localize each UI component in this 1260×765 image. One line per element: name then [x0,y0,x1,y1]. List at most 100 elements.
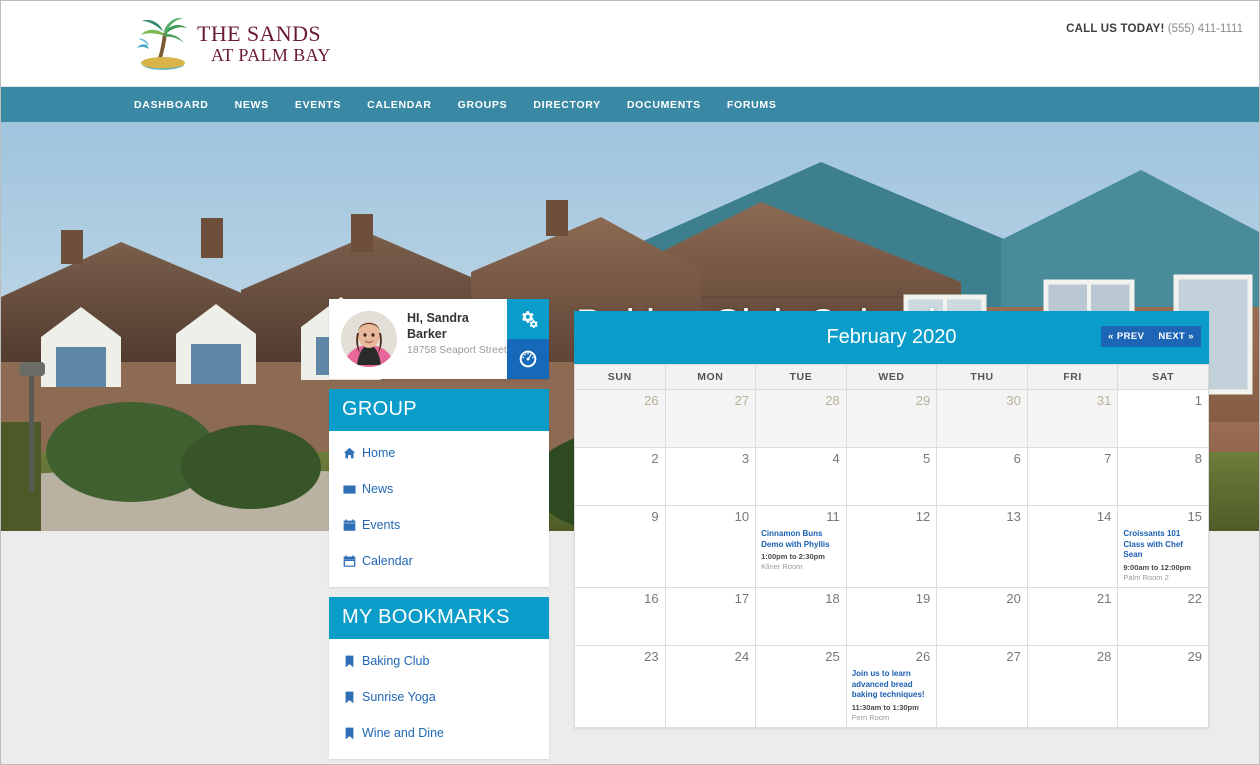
calendar-day-cell[interactable]: 8 [1117,447,1209,506]
calendar-day-cell[interactable]: 10 [664,505,757,588]
day-number: 15 [1187,509,1202,524]
calendar-day-cell[interactable]: 2 [574,447,666,506]
group-item-events[interactable]: Events [329,507,549,543]
event-title[interactable]: Join us to learn advanced bread baking t… [852,669,931,701]
day-number: 20 [1006,590,1021,606]
group-panel: GROUP Home News Events Calendar [329,389,549,587]
calendar-day-cell[interactable]: 13 [936,505,1028,588]
avatar [341,311,397,367]
calendar-day-cell[interactable]: 15 Croissants 101 Class with Chef Sean 9:0… [1117,505,1209,588]
nav-item-documents[interactable]: DOCUMENTS [627,99,701,111]
nav-item-groups[interactable]: GROUPS [458,99,508,111]
calendar-day-cell[interactable]: 26 Join us to learn advanced bread baking… [845,644,938,728]
calendar-event[interactable]: Join us to learn advanced bread baking t… [852,669,931,722]
group-item-news[interactable]: News [329,471,549,507]
calendar-body: 26 27 28 29 30 31 1 2 3 4 5 6 7 8 9 10 11 Cinnamon Buns D… [574,389,1209,728]
calendar-day-cell[interactable]: 6 [936,447,1028,506]
calendar-day-cell[interactable]: 26 [574,389,666,448]
nav-item-dashboard[interactable]: DASHBOARD [134,99,209,111]
day-number: 24 [734,648,750,664]
bookmarks-panel-list: Baking Club Sunrise Yoga Wine and Dine [329,639,549,759]
event-title[interactable]: Cinnamon Buns Demo with Phyllis [761,529,840,550]
calendar-day-cell[interactable]: 4 [755,447,847,506]
calendar-day-cell[interactable]: 14 [1026,505,1119,588]
bookmark-item-label: Baking Club [362,654,430,668]
calendar-day-cell[interactable]: 17 [664,586,757,646]
calendar-day-cell[interactable]: 1 [1117,389,1209,448]
phone-number[interactable]: (555) 411-1111 [1168,23,1243,35]
calendar-day-cell[interactable]: 5 [845,447,938,506]
next-month-button[interactable]: NEXT » [1151,326,1201,347]
nav-item-events[interactable]: EVENTS [295,99,341,111]
calendar-event[interactable]: Croissants 101 Class with Chef Sean 9:00a… [1123,529,1202,582]
home-icon-wrap [343,447,362,460]
calendar-day-cell[interactable]: 9 [574,505,666,588]
calendar-day-cell[interactable]: 28 [755,389,847,448]
day-number: 5 [923,451,931,466]
site-logo[interactable]: THE SANDS AT PALM BAY [137,15,331,73]
nav-item-calendar[interactable]: CALENDAR [367,99,432,111]
profile-address: 18758 Seaport Street [407,344,507,357]
bookmark-icon [345,727,354,739]
settings-button[interactable] [507,299,549,339]
calendar-day-cell[interactable]: 20 [936,586,1028,646]
profile-action-buttons [507,299,549,379]
calendar-month-title: February 2020 [826,326,957,348]
event-time: 11:30am to 1:30pm [851,702,919,712]
calendar-day-cell[interactable]: 22 [1117,586,1209,646]
nav-item-news[interactable]: NEWS [235,99,269,111]
dashboard-button[interactable] [507,339,549,379]
newspaper-icon-wrap [343,483,362,496]
event-time: 1:00pm to 2:30pm [761,552,825,562]
calendar-day-cell[interactable]: 31 [1026,389,1119,448]
calendar-day-cell[interactable]: 27 [664,389,757,448]
calendar-day-cell[interactable]: 25 [755,644,847,728]
calendar-day-cell[interactable]: 28 [1026,644,1119,728]
bookmarks-panel: MY BOOKMARKS Baking Club Sunrise Yoga Wine… [329,597,549,759]
calendar-day-cell[interactable]: 3 [664,447,757,506]
day-number: 21 [1096,590,1112,606]
calendar-day-cell[interactable]: 29 [845,389,938,448]
day-number: 14 [1096,509,1112,524]
bookmark-item-wine-and-dine[interactable]: Wine and Dine [329,715,549,751]
group-item-calendar[interactable]: Calendar [329,543,549,579]
day-number: 13 [1006,509,1021,524]
calendar-day-cell[interactable]: 19 [845,586,938,646]
calendar-day-cell[interactable]: 29 [1117,644,1209,728]
group-item-label: Calendar [362,554,413,568]
palm-tree-icon [137,17,187,70]
bookmark-icon-wrap [343,655,362,668]
calendar-week-row: 2 3 4 5 6 7 8 [574,447,1209,506]
event-title[interactable]: Croissants 101 Class with Chef Sean [1123,529,1202,561]
nav-item-directory[interactable]: DIRECTORY [533,99,601,111]
day-number: 17 [734,590,750,606]
calendar-week-row: 23 24 25 26 Join us to learn advanced bread … [574,644,1209,728]
calendar-day-cell[interactable]: 11 Cinnamon Buns Demo with Phyllis 1:00pm … [755,505,847,588]
bookmark-item-label: Sunrise Yoga [362,690,436,704]
group-item-home[interactable]: Home [329,435,549,471]
gauge-icon [519,350,537,368]
calendar-day-cell[interactable]: 30 [936,389,1028,448]
calendar-day-cell[interactable]: 23 [574,644,666,728]
weekday-thu: THU [936,364,1028,390]
bookmark-item-sunrise-yoga[interactable]: Sunrise Yoga [329,679,549,715]
bookmark-item-baking-club[interactable]: Baking Club [329,643,549,679]
weekday-tue: TUE [755,364,847,390]
weekday-fri: FRI [1026,364,1119,390]
nav-item-forums[interactable]: FORUMS [727,99,777,111]
calendar-day-cell[interactable]: 18 [755,586,847,646]
left-sidebar: HI, Sandra Barker 18758 Seaport Street G… [329,299,549,759]
calendar-day-cell[interactable]: 24 [664,644,757,728]
calendar-event[interactable]: Cinnamon Buns Demo with Phyllis 1:00pm to… [761,529,840,571]
prev-month-button[interactable]: « PREV [1101,326,1152,347]
calendar-alt-icon [343,554,356,567]
day-number: 28 [825,393,840,408]
calendar-day-cell[interactable]: 27 [936,644,1028,728]
calendar-day-cell[interactable]: 21 [1026,586,1119,646]
bookmark-item-label: Wine and Dine [362,726,444,740]
calendar-day-cell[interactable]: 16 [574,586,666,646]
calendar-day-cell[interactable]: 7 [1026,447,1119,506]
calendar-day-cell[interactable]: 12 [845,505,938,588]
calendar-grid: SUN MON TUE WED THU FRI SAT 26 27 28 29 30 31 1 2 3 4 5 6… [574,364,1209,728]
group-panel-title: GROUP [329,389,549,431]
